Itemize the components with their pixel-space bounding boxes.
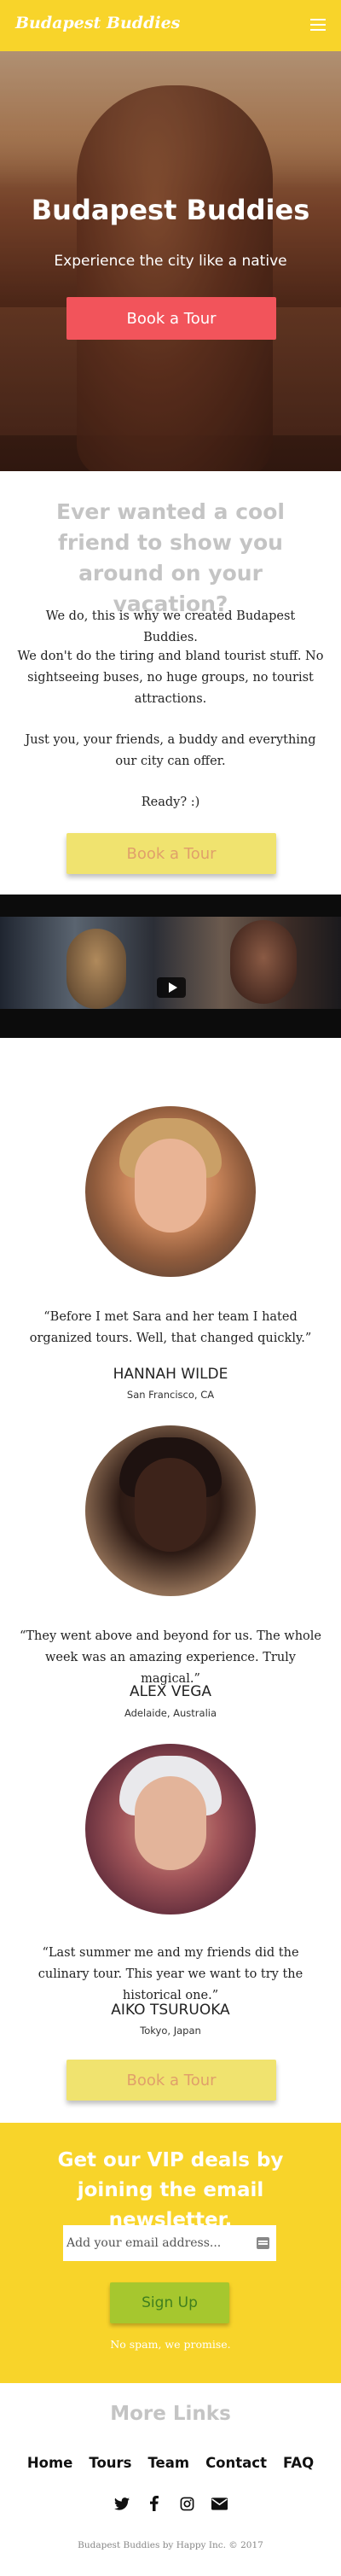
- nav-link-home[interactable]: Home: [27, 2455, 73, 2471]
- testimonial-location: San Francisco, CA: [126, 1389, 215, 1401]
- twitter-icon[interactable]: [113, 2495, 130, 2512]
- video-person-right: [230, 920, 297, 1004]
- intro-paragraph: Just you, your friends, a buddy and ever…: [25, 733, 316, 768]
- instagram-icon[interactable]: [178, 2495, 195, 2512]
- newsletter-heading: Get our VIP deals by joining the email n…: [57, 2149, 284, 2231]
- email-icon[interactable]: [211, 2495, 228, 2512]
- play-icon[interactable]: [157, 977, 186, 998]
- hero-section: Budapest Buddies Experience the city lik…: [0, 51, 341, 471]
- video-player[interactable]: [0, 895, 341, 1038]
- testimonials-book-tour-button[interactable]: Book a Tour: [66, 2060, 276, 2101]
- testimonial-avatar: [85, 1425, 256, 1596]
- testimonial-avatar: [85, 1744, 256, 1915]
- intro-paragraph: We do, this is why we created Budapest B…: [45, 609, 296, 644]
- testimonial-location: Adelaide, Australia: [124, 1707, 217, 1719]
- testimonial-name: HANNAH WILDE: [113, 1366, 228, 1383]
- hamburger-menu-icon[interactable]: [310, 19, 326, 31]
- facebook-icon[interactable]: [146, 2495, 163, 2512]
- nav-link-team[interactable]: Team: [147, 2455, 189, 2471]
- footer-copyright: Budapest Buddies by Happy Inc. © 2017: [78, 2540, 263, 2550]
- sign-up-button[interactable]: Sign Up: [110, 2282, 229, 2323]
- nav-link-contact[interactable]: Contact: [205, 2455, 267, 2471]
- video-person-left: [66, 929, 126, 1009]
- intro-book-tour-button[interactable]: Book a Tour: [66, 833, 276, 874]
- nav-link-tours[interactable]: Tours: [89, 2455, 131, 2471]
- email-field[interactable]: [63, 2225, 276, 2261]
- autofill-card-icon[interactable]: [257, 2237, 269, 2249]
- testimonial-quote: “Before I met Sara and her team I hated …: [29, 1310, 312, 1345]
- intro-paragraph: We don't do the tiring and bland tourist…: [17, 650, 324, 706]
- footer-nav: Home Tours Team Contact FAQ: [0, 2455, 341, 2471]
- hero-title: Budapest Buddies: [31, 194, 310, 226]
- more-links-heading: More Links: [110, 2403, 231, 2425]
- newsletter-note: No spam, we promise.: [110, 2338, 231, 2351]
- intro-paragraph: Ready? :): [141, 796, 200, 809]
- testimonial-avatar: [85, 1106, 256, 1277]
- site-logo[interactable]: Budapest Buddies: [15, 14, 180, 32]
- intro-heading: Ever wanted a cool friend to show you ar…: [56, 499, 285, 616]
- social-links: [0, 2495, 341, 2512]
- testimonial-location: Tokyo, Japan: [140, 2025, 201, 2037]
- testimonial-name: AIKO TSURUOKA: [111, 2002, 230, 2019]
- hero-book-tour-button[interactable]: Book a Tour: [66, 297, 276, 340]
- nav-link-faq[interactable]: FAQ: [283, 2455, 314, 2471]
- testimonial-quote: “Last summer me and my friends did the c…: [38, 1946, 303, 2002]
- testimonial-quote: “They went above and beyond for us. The …: [19, 1629, 322, 1686]
- site-header: Budapest Buddies: [0, 0, 341, 51]
- testimonial-name: ALEX VEGA: [129, 1683, 212, 1700]
- hero-subtitle: Experience the city like a native: [54, 253, 287, 270]
- newsletter-section: Get our VIP deals by joining the email n…: [0, 2123, 341, 2383]
